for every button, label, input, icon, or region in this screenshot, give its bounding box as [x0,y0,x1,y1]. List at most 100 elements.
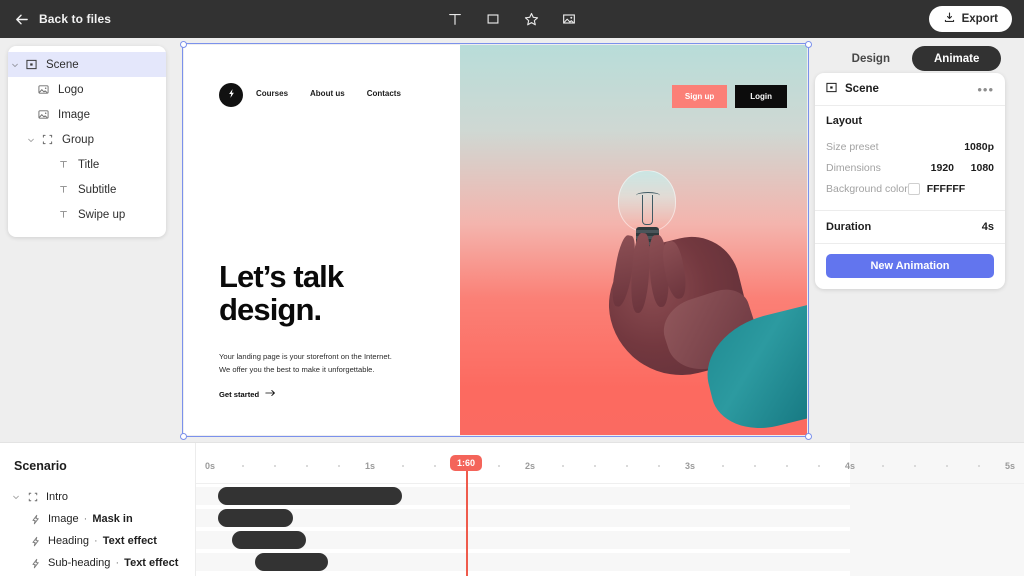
background-color-value: FFFFFF [926,182,966,195]
scenario-row-sub-heading-text-effect[interactable]: Sub-heading · Text effect [0,552,195,574]
timeline-tracks-area[interactable]: 0s 1s 2s 3s 4s 5s 1:60 [196,443,1024,576]
property-dimensions[interactable]: Dimensions 1920 1080 [826,157,994,178]
get-started-label: Get started [219,389,260,399]
layer-label: Logo [58,83,84,96]
tab-animate[interactable]: Animate [911,46,1002,71]
inspector-panel: Design Animate Scene ••• Layout Size pre… [807,38,1024,442]
timeline-ruler[interactable]: 0s 1s 2s 3s 4s 5s [196,443,1024,484]
ruler-tick-label: 3s [684,461,696,471]
editor-stage: Scene Logo Image Group Title Subtitle Sw… [0,38,1024,442]
lightbulb-filament [636,192,660,225]
ruler-tick-dot [626,465,628,467]
scenario-group-label: Intro [46,491,69,503]
scene-card-header: Scene ••• [815,73,1005,106]
intro-group-bar[interactable] [218,487,402,505]
color-swatch[interactable] [907,182,920,195]
frame-icon [826,80,837,98]
scenario-effect-name: Mask in [92,513,133,525]
artboard-nav: Courses About us Contacts [256,89,401,98]
layout-section-title: Layout [826,115,863,127]
ruler-tick-dot [722,465,724,467]
layer-item-subtitle[interactable]: Subtitle [8,177,166,202]
heading-text-effect-bar[interactable] [232,531,306,549]
bolt-icon [26,536,44,547]
arrow-left-icon [14,12,29,27]
ellipsis-icon[interactable]: ••• [977,82,994,97]
timeline-track[interactable] [196,553,1024,571]
layer-item-swipe-up[interactable]: Swipe up [8,202,166,227]
scenario-row-image-mask-in[interactable]: Image · Mask in [0,508,195,530]
image-icon [34,109,52,120]
star-tool-button[interactable] [520,8,542,30]
timeline-panel: Scenario Intro Image · Mask in Heading ·… [0,442,1024,576]
artboard-heading: Let’s talk design. [219,259,344,327]
ruler-tick-dot [562,465,564,467]
dimension-width-value: 1920 [930,161,954,174]
tab-design[interactable]: Design [830,46,912,71]
ruler-tick-label: 1s [364,461,376,471]
chevron-down-icon[interactable] [24,136,38,144]
layer-label: Scene [46,58,79,71]
get-started-link[interactable]: Get started [219,389,276,399]
scenario-separator: · [112,557,123,569]
ruler-tick-label: 5s [1004,461,1016,471]
image-icon [34,84,52,95]
duration-row[interactable]: Duration 4s [815,211,1005,244]
layer-item-image[interactable]: Image [8,102,166,127]
artboard[interactable]: Courses About us Contacts Sign up Login … [184,45,807,435]
sub-heading-text-effect-bar[interactable] [254,553,329,571]
scenario-title: Scenario [14,459,67,473]
scenario-row-heading-text-effect[interactable]: Heading · Text effect [0,530,195,552]
image-mask-in-bar[interactable] [218,509,294,527]
ruler-tick-dot [914,465,916,467]
ruler-tick-dot [498,465,500,467]
chevron-down-icon[interactable] [8,493,24,501]
scenario-group-intro[interactable]: Intro [0,486,195,508]
login-button[interactable]: Login [735,85,787,108]
scenario-layer-name: Image [48,513,79,525]
timeline-track[interactable] [196,509,1024,527]
nav-item-contacts[interactable]: Contacts [367,89,401,98]
timeline-track[interactable] [196,531,1024,549]
tool-group [444,0,580,38]
scenario-separator: · [90,535,101,547]
playhead-time-badge[interactable]: 1:60 [449,455,483,471]
dimension-height-value: 1080 [970,161,994,174]
top-toolbar: Back to files Export [0,0,1024,38]
playhead-line[interactable] [466,466,468,576]
rectangle-tool-button[interactable] [482,8,504,30]
heading-line-1: Let’s talk [219,259,344,294]
layer-item-title[interactable]: Title [8,152,166,177]
ruler-tick-dot [946,465,948,467]
scenario-row-label: Image · Mask in [48,513,133,525]
layer-item-scene[interactable]: Scene [8,52,166,77]
layer-label: Subtitle [78,183,117,196]
chevron-down-icon[interactable] [8,61,22,69]
layer-item-group[interactable]: Group [8,127,166,152]
ruler-tick-label: 2s [524,461,536,471]
new-animation-button[interactable]: New Animation [826,254,994,278]
layer-label: Title [78,158,100,171]
group-icon [24,492,42,502]
ruler-tick-dot [882,465,884,467]
ruler-tick-dot [818,465,820,467]
property-background-color[interactable]: Background color FFFFFF [826,178,994,199]
duration-label: Duration [826,221,872,233]
property-label: Dimensions [826,161,881,174]
property-value: 1080p [964,140,994,153]
nav-item-about-us[interactable]: About us [310,89,345,98]
export-button[interactable]: Export [928,6,1012,32]
scenario-separator: · [80,513,91,525]
back-to-files-button[interactable]: Back to files [14,12,111,27]
property-size-preset[interactable]: Size preset 1080p [826,136,994,157]
text-tool-button[interactable] [444,8,466,30]
nav-item-courses[interactable]: Courses [256,89,288,98]
sign-up-button[interactable]: Sign up [671,85,728,108]
image-tool-button[interactable] [558,8,580,30]
timeline-track[interactable] [196,487,1024,505]
resize-handle-bottom-left[interactable] [179,432,187,440]
layer-item-logo[interactable]: Logo [8,77,166,102]
canvas-selection[interactable]: Courses About us Contacts Sign up Login … [179,40,812,440]
scenario-layer-name: Sub-heading [48,557,111,569]
resize-handle-top-left[interactable] [179,40,187,48]
